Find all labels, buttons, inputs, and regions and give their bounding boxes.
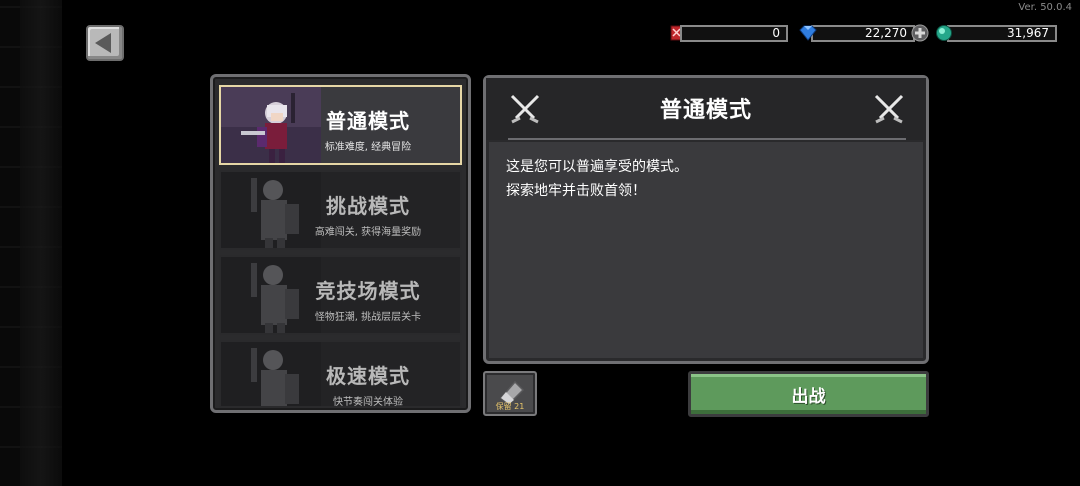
red-currency: 0 (668, 25, 788, 42)
gem-currency-value: 31,967 (947, 25, 1057, 42)
start-battle-button[interactable]: 出战 (688, 371, 929, 417)
detail-divider (508, 138, 906, 140)
detail-line: 探索地牢并击败首领！ (506, 183, 646, 199)
mode-list-panel: 普通模式 标准难度, 经典冒险 挑战模式 高难闯关, 获得海量奖励 竞技场模式 … (210, 74, 471, 413)
green-gem-icon (936, 25, 952, 41)
mode-title: 普通模式 (326, 109, 410, 133)
gem-currency: 31,967 (935, 25, 1057, 42)
mode-desc: 标准难度, 经典冒险 (324, 142, 412, 153)
keep-button[interactable]: 保留 21 (483, 371, 537, 416)
mode-card-speed[interactable]: 极速模式 快节奏闯关体验 (219, 340, 462, 408)
version-label: Ver. 50.0.4 (1018, 2, 1072, 13)
mode-card-challenge[interactable]: 挑战模式 高难闯关, 获得海量奖励 (219, 170, 462, 250)
mode-title: 极速模式 (326, 364, 410, 388)
diamond-currency: 22,270 (799, 24, 931, 42)
back-arrow-icon (95, 33, 111, 53)
diamond-icon (799, 25, 817, 41)
mode-card-normal[interactable]: 普通模式 标准难度, 经典冒险 (219, 85, 462, 165)
mode-card-arena[interactable]: 竞技场模式 怪物狂潮, 挑战层层关卡 (219, 255, 462, 335)
detail-header: 普通模式 (486, 78, 926, 140)
mode-desc: 快节奏闯关体验 (333, 397, 403, 408)
mode-title: 挑战模式 (326, 194, 410, 218)
diamond-currency-value: 22,270 (811, 25, 915, 42)
mode-detail-panel: 普通模式 这是您可以普遍享受的模式。 探索地牢并击败首领！ (483, 75, 929, 364)
mode-desc: 高难闯关, 获得海量奖励 (314, 227, 422, 238)
keep-label: 保留 21 (495, 402, 525, 411)
mode-title: 竞技场模式 (315, 279, 421, 303)
crossed-swords-icon (874, 94, 904, 124)
back-button[interactable] (86, 25, 124, 61)
detail-line: 这是您可以普遍享受的模式。 (506, 159, 688, 175)
start-battle-label: 出战 (791, 386, 826, 407)
mode-desc: 怪物狂潮, 挑战层层关卡 (314, 312, 422, 323)
red-currency-value: 0 (680, 25, 788, 42)
detail-title: 普通模式 (659, 98, 752, 123)
dungeon-wall-shade (20, 0, 62, 486)
add-plus-icon[interactable] (911, 24, 929, 42)
detail-body: 这是您可以普遍享受的模式。 探索地牢并击败首领！ (489, 142, 923, 358)
